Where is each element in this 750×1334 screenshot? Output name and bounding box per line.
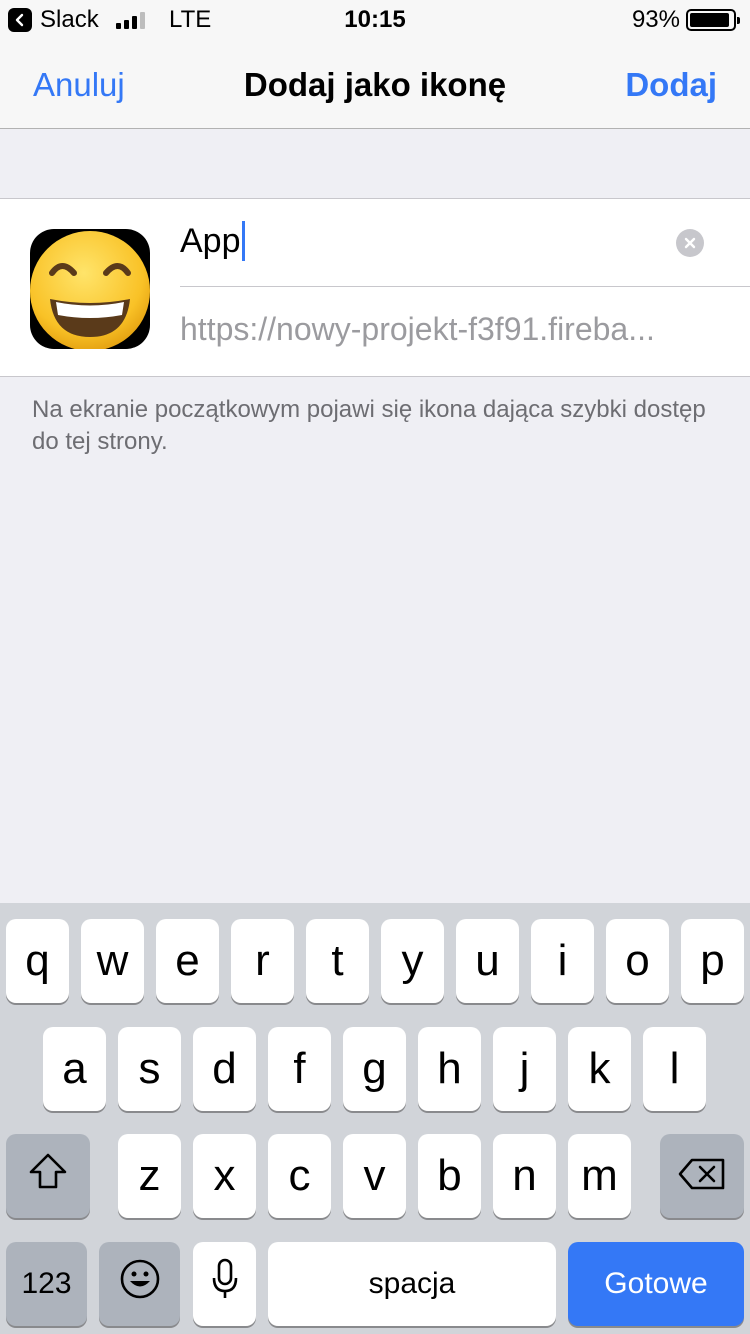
emoji-key[interactable] [99, 1242, 180, 1326]
navigation-bar: Anuluj Dodaj jako ikonę Dodaj [0, 40, 750, 129]
key-b[interactable]: b [418, 1134, 481, 1218]
key-n[interactable]: n [493, 1134, 556, 1218]
microphone-key[interactable] [193, 1242, 256, 1326]
battery-percent: 93% [631, 6, 680, 33]
status-bar: Slack LTE 10:15 93% [0, 0, 750, 40]
key-u[interactable]: u [456, 919, 519, 1003]
hint-text: Na ekranie początkowym pojawi się ikona … [32, 396, 706, 455]
key-s[interactable]: s [118, 1027, 181, 1111]
key-f[interactable]: f [268, 1027, 331, 1111]
space-key[interactable]: spacja [268, 1242, 556, 1326]
shift-icon [28, 1151, 68, 1201]
key-e[interactable]: e [156, 919, 219, 1003]
shift-key[interactable] [6, 1134, 90, 1218]
key-p[interactable]: p [681, 919, 744, 1003]
key-o[interactable]: o [606, 919, 669, 1003]
key-z[interactable]: z [118, 1134, 181, 1218]
emoji-icon [119, 1258, 161, 1311]
delete-key[interactable] [660, 1134, 744, 1218]
delete-icon [678, 1151, 726, 1201]
key-x[interactable]: x [193, 1134, 256, 1218]
key-y[interactable]: y [381, 919, 444, 1003]
page-url: https://nowy-projekt-f3f91.fireba... [180, 311, 655, 347]
numbers-key[interactable]: 123 [6, 1242, 87, 1326]
add-button[interactable]: Dodaj [625, 66, 717, 104]
key-c[interactable]: c [268, 1134, 331, 1218]
key-v[interactable]: v [343, 1134, 406, 1218]
name-row: App [180, 199, 750, 287]
clear-text-icon[interactable] [676, 229, 704, 257]
key-h[interactable]: h [418, 1027, 481, 1111]
battery-fill [690, 13, 730, 27]
smiley-app-icon [30, 229, 150, 349]
key-m[interactable]: m [568, 1134, 631, 1218]
key-d[interactable]: d [193, 1027, 256, 1111]
key-l[interactable]: l [643, 1027, 706, 1111]
key-w[interactable]: w [81, 919, 144, 1003]
done-key[interactable]: Gotowe [568, 1242, 744, 1326]
key-g[interactable]: g [343, 1027, 406, 1111]
microphone-icon [212, 1258, 238, 1311]
battery-icon [686, 9, 740, 31]
key-q[interactable]: q [6, 919, 69, 1003]
key-t[interactable]: t [306, 919, 369, 1003]
key-j[interactable]: j [493, 1027, 556, 1111]
icon-name-value: App [180, 221, 241, 260]
key-i[interactable]: i [531, 919, 594, 1003]
icon-name-input[interactable]: App [180, 221, 245, 261]
add-to-home-card: App https://nowy-projekt-f3f91.fireba... [0, 198, 750, 377]
text-cursor [241, 221, 245, 261]
key-a[interactable]: a [43, 1027, 106, 1111]
key-k[interactable]: k [568, 1027, 631, 1111]
keyboard: q w e r t y u i o p a s d f g h j k l z … [0, 903, 750, 1334]
key-r[interactable]: r [231, 919, 294, 1003]
